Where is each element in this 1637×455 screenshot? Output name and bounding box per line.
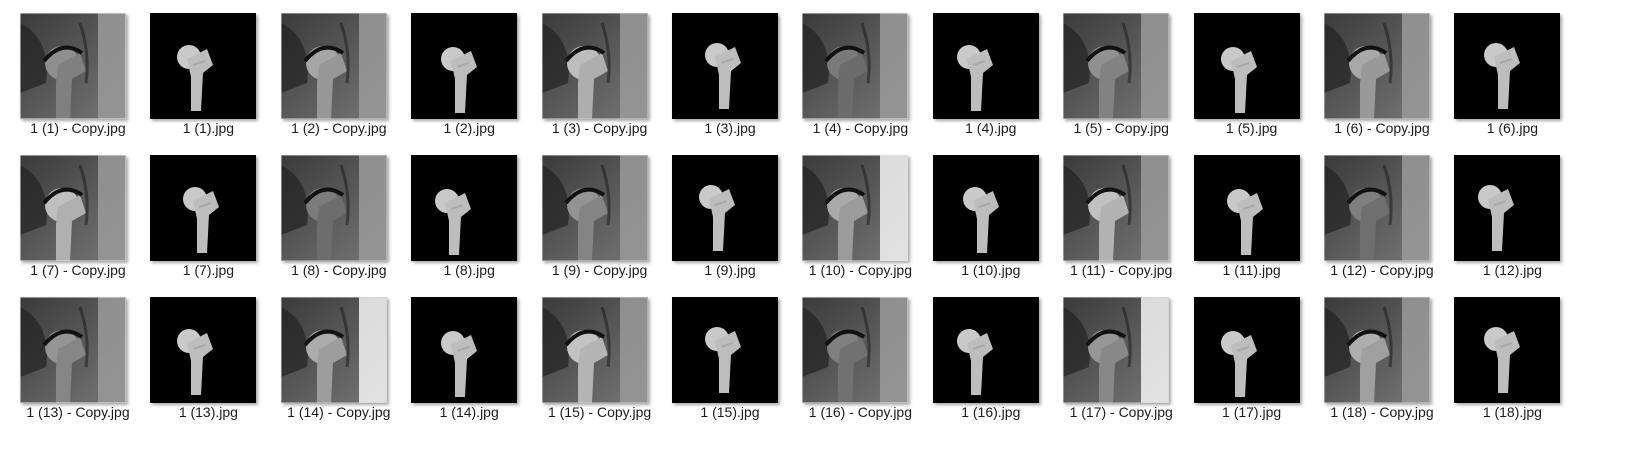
file-name-label: 1 (18).jpg [1482, 404, 1542, 420]
file-item-mask-image[interactable]: 1 (6).jpg [1444, 5, 1580, 141]
file-thumbnail[interactable] [932, 13, 1039, 119]
file-thumbnail[interactable] [1454, 297, 1561, 403]
file-thumbnail[interactable] [672, 155, 778, 261]
file-item-mri-image[interactable]: 1 (6) - Copy.jpg [1314, 5, 1450, 141]
file-item-mask-image[interactable]: 1 (15).jpg [662, 289, 798, 425]
file-item-mask-image[interactable]: 1 (4).jpg [923, 5, 1059, 141]
file-item-mask-image[interactable]: 1 (8).jpg [401, 147, 537, 283]
file-item-mri-image[interactable]: 1 (4) - Copy.jpg [792, 5, 928, 141]
file-thumbnail[interactable] [1324, 297, 1430, 403]
file-thumbnail[interactable] [1193, 13, 1300, 119]
file-item-mask-image[interactable]: 1 (10).jpg [923, 147, 1059, 283]
file-thumbnail[interactable] [150, 297, 257, 403]
file-name-label: 1 (12).jpg [1482, 262, 1542, 278]
file-thumbnail[interactable] [1063, 155, 1170, 261]
file-thumbnail[interactable] [1454, 13, 1561, 119]
file-item-mask-image[interactable]: 1 (18).jpg [1444, 289, 1580, 425]
file-item-mri-image[interactable]: 1 (14) - Copy.jpg [271, 289, 407, 425]
file-thumbnail[interactable] [280, 155, 387, 261]
file-thumbnail[interactable] [411, 297, 518, 403]
file-thumbnail[interactable] [1454, 155, 1561, 261]
file-thumbnail[interactable] [411, 13, 518, 119]
file-item-mask-image[interactable]: 1 (13).jpg [140, 289, 276, 425]
file-item-mask-image[interactable]: 1 (16).jpg [923, 289, 1059, 425]
file-thumbnail[interactable] [1324, 13, 1430, 119]
file-item-mask-image[interactable]: 1 (1).jpg [140, 5, 276, 141]
file-name-label: 1 (6).jpg [1486, 120, 1539, 136]
file-item-mask-image[interactable]: 1 (2).jpg [401, 5, 537, 141]
file-thumbnail[interactable] [541, 13, 648, 119]
file-item-mri-image[interactable]: 1 (13) - Copy.jpg [10, 289, 146, 425]
file-item-mask-image[interactable]: 1 (3).jpg [662, 5, 798, 141]
file-item-mri-image[interactable]: 1 (10) - Copy.jpg [792, 147, 928, 283]
file-item-mri-image[interactable]: 1 (5) - Copy.jpg [1053, 5, 1189, 141]
file-thumbnail[interactable] [1193, 297, 1300, 403]
file-item-mask-image[interactable]: 1 (12).jpg [1444, 147, 1580, 283]
file-thumbnail[interactable] [802, 297, 909, 403]
file-thumbnail[interactable] [1193, 155, 1300, 261]
file-item-mask-image[interactable]: 1 (11).jpg [1184, 147, 1320, 283]
file-thumbnail[interactable] [932, 297, 1039, 403]
file-thumbnail[interactable] [802, 155, 909, 261]
file-item-mask-image[interactable]: 1 (7).jpg [140, 147, 276, 283]
file-thumbnail[interactable] [280, 13, 387, 119]
file-item-mri-image[interactable]: 1 (3) - Copy.jpg [532, 5, 668, 141]
file-item-mri-image[interactable]: 1 (11) - Copy.jpg [1053, 147, 1189, 283]
file-thumbnail[interactable] [150, 155, 257, 261]
file-thumbnail[interactable] [541, 155, 648, 261]
file-item-mri-image[interactable]: 1 (1) - Copy.jpg [10, 5, 146, 141]
file-item-mri-image[interactable]: 1 (17) - Copy.jpg [1053, 289, 1189, 425]
file-item-mri-image[interactable]: 1 (18) - Copy.jpg [1314, 289, 1450, 425]
file-item-mri-image[interactable]: 1 (12) - Copy.jpg [1314, 147, 1450, 283]
file-thumbnail[interactable] [672, 13, 778, 119]
file-item-mri-image[interactable]: 1 (16) - Copy.jpg [792, 289, 928, 425]
file-thumbnail[interactable] [20, 297, 126, 403]
file-thumbnail[interactable] [20, 13, 126, 119]
file-item-mask-image[interactable]: 1 (5).jpg [1184, 5, 1320, 141]
file-thumbnail[interactable] [932, 155, 1039, 261]
file-item-mri-image[interactable]: 1 (8) - Copy.jpg [271, 147, 407, 283]
file-thumbnail[interactable] [1324, 155, 1430, 261]
file-thumbnail[interactable] [802, 13, 909, 119]
file-thumbnail[interactable] [1063, 13, 1170, 119]
file-thumbnail[interactable] [150, 13, 257, 119]
file-item-mask-image[interactable]: 1 (14).jpg [401, 289, 537, 425]
file-item-mri-image[interactable]: 1 (2) - Copy.jpg [271, 5, 407, 141]
file-item-mri-image[interactable]: 1 (15) - Copy.jpg [532, 289, 668, 425]
file-item-mri-image[interactable]: 1 (9) - Copy.jpg [532, 147, 668, 283]
file-thumbnail[interactable] [411, 155, 518, 261]
file-thumbnail[interactable] [20, 155, 126, 261]
file-thumbnail[interactable] [280, 297, 387, 403]
file-item-mask-image[interactable]: 1 (17).jpg [1184, 289, 1320, 425]
file-item-mri-image[interactable]: 1 (7) - Copy.jpg [10, 147, 146, 283]
file-thumbnail-grid: 1 (1) - Copy.jpg 1 (1).jpg 1 (2) - Copy.… [0, 0, 1637, 455]
file-thumbnail[interactable] [672, 297, 778, 403]
file-item-mask-image[interactable]: 1 (9).jpg [662, 147, 798, 283]
file-thumbnail[interactable] [541, 297, 648, 403]
file-thumbnail[interactable] [1063, 297, 1170, 403]
